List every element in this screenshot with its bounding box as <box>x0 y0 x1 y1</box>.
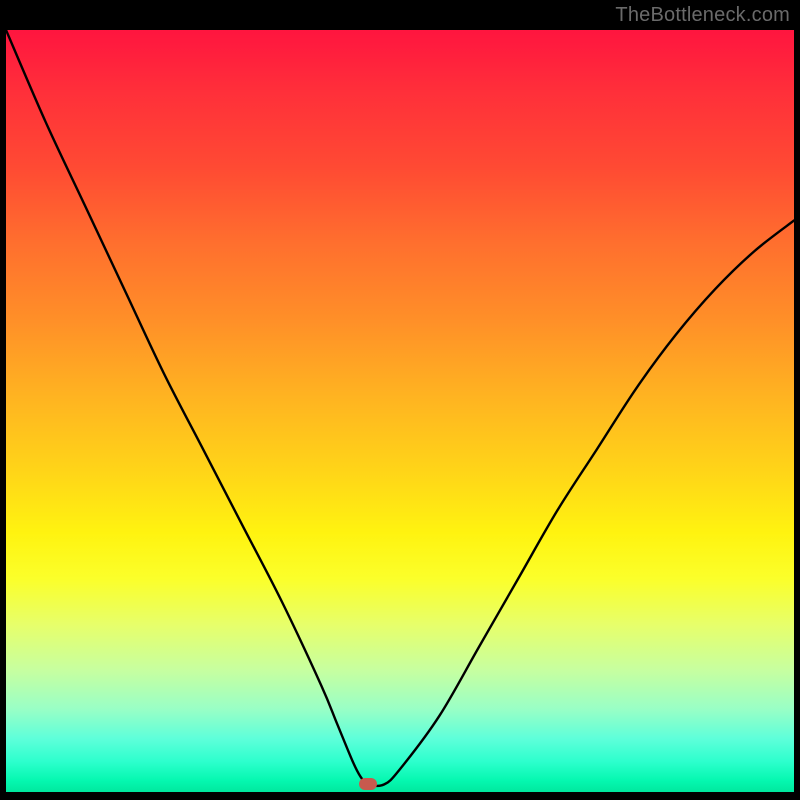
plot-area <box>6 30 794 792</box>
watermark-text: TheBottleneck.com <box>615 4 790 27</box>
bottleneck-curve <box>6 30 794 792</box>
minimum-marker <box>359 778 377 790</box>
